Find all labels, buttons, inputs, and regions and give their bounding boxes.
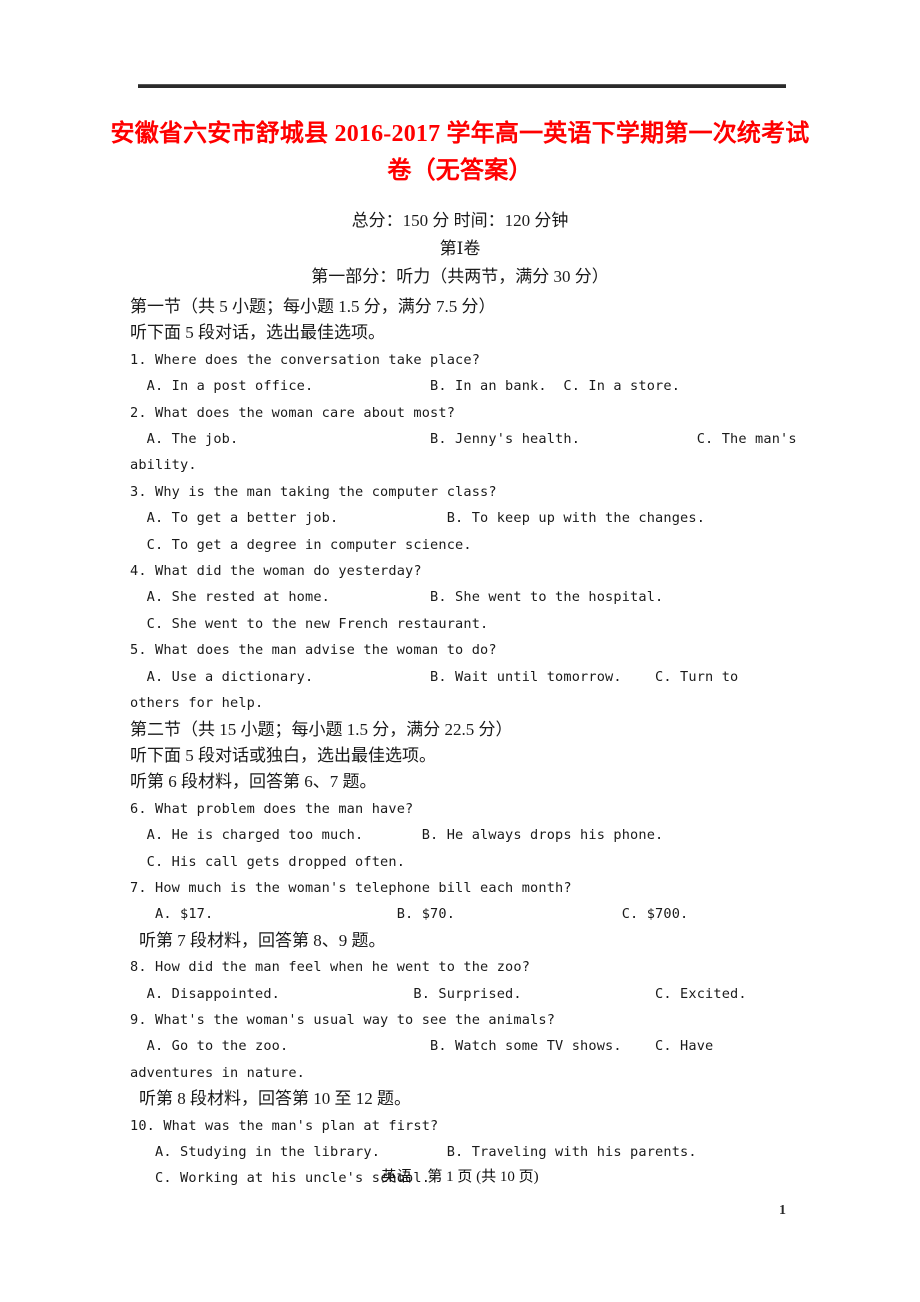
exam-body: 第一节（共 5 小题；每小题 1.5 分，满分 7.5 分） 听下面 5 段对话… [130, 294, 810, 1192]
exam-title-block: 安徽省六安市舒城县 2016-2017 学年高一英语下学期第一次统考试 卷（无答… [110, 116, 810, 190]
footer-page-indicator: 第 1 页 (共 10 页) [427, 1169, 539, 1185]
question-stem: 6. What problem does the man have? [130, 800, 414, 817]
question-options: A. Go to the zoo. B. Watch some TV shows… [130, 1038, 714, 1055]
question-stem: 1. Where does the conversation take plac… [130, 351, 481, 368]
header-divider-rule [138, 84, 786, 88]
question-options-wrap: others for help. [130, 695, 264, 712]
question-options: C. She went to the new French restaurant… [130, 615, 489, 632]
question-options: C. To get a degree in computer science. [130, 536, 472, 553]
question-options: A. Studying in the library. B. Traveling… [130, 1144, 697, 1160]
question-stem: 7. How much is the woman's telephone bil… [130, 879, 572, 896]
exam-score-time-line: 总分：150 分 时间：120 分钟 [351, 211, 569, 230]
question-options: A. He is charged too much. B. He always … [130, 827, 664, 844]
section-one-header: 第一节（共 5 小题；每小题 1.5 分，满分 7.5 分） [130, 297, 496, 316]
exam-title-line-2: 卷（无答案） [387, 158, 533, 184]
exam-title-line-1: 安徽省六安市舒城县 2016-2017 学年高一英语下学期第一次统考试 [110, 121, 810, 147]
question-options: A. She rested at home. B. She went to th… [130, 589, 664, 606]
material-7-instruction: 听第 7 段材料，回答第 8、9 题。 [139, 930, 386, 950]
material-8-instruction: 听第 8 段材料，回答第 10 至 12 题。 [139, 1089, 411, 1109]
question-stem: 9. What's the woman's usual way to see t… [130, 1011, 556, 1028]
question-options: A. In a post office. B. In an bank. C. I… [130, 378, 681, 395]
section-two-header: 第二节（共 15 小题；每小题 1.5 分，满分 22.5 分） [130, 719, 513, 739]
question-options: A. Disappointed. B. Surprised. C. Excite… [130, 985, 747, 1002]
page-number: 1 [779, 1203, 786, 1218]
page-footer: 英语 第 1 页 (共 10 页) [110, 1165, 810, 1186]
question-options-wrap: ability. [130, 457, 197, 474]
footer-spacer [416, 1169, 424, 1185]
section-two-instruction: 听下面 5 段对话或独白，选出最佳选项。 [130, 745, 436, 765]
question-options: A. Use a dictionary. B. Wait until tomor… [130, 668, 739, 685]
material-6-instruction: 听第 6 段材料，回答第 6、7 题。 [130, 772, 377, 792]
question-stem: 3. Why is the man taking the computer cl… [130, 483, 497, 500]
question-stem: 4. What did the woman do yesterday? [130, 563, 422, 580]
footer-subject-label: 英语 [381, 1169, 413, 1185]
paper-part-label: 第Ⅰ卷 [439, 239, 481, 258]
question-options: A. $17. B. $70. C. $700. [130, 906, 689, 923]
question-stem: 2. What does the woman care about most? [130, 404, 456, 421]
part-one-header: 第一部分：听力（共两节，满分 30 分） [311, 267, 609, 286]
section-one-instruction: 听下面 5 段对话，选出最佳选项。 [130, 323, 385, 343]
question-stem: 10. What was the man's plan at first? [130, 1117, 439, 1134]
question-options: C. His call gets dropped often. [130, 853, 406, 870]
question-stem: 5. What does the man advise the woman to… [130, 642, 497, 659]
question-options-wrap: adventures in nature. [130, 1064, 306, 1081]
question-options: A. The job. B. Jenny's health. C. The ma… [130, 431, 797, 448]
question-stem: 8. How did the man feel when he went to … [130, 959, 531, 976]
question-options: A. To get a better job. B. To keep up wi… [130, 510, 706, 527]
exam-paper-page: 安徽省六安市舒城县 2016-2017 学年高一英语下学期第一次统考试 卷（无答… [0, 0, 920, 1302]
